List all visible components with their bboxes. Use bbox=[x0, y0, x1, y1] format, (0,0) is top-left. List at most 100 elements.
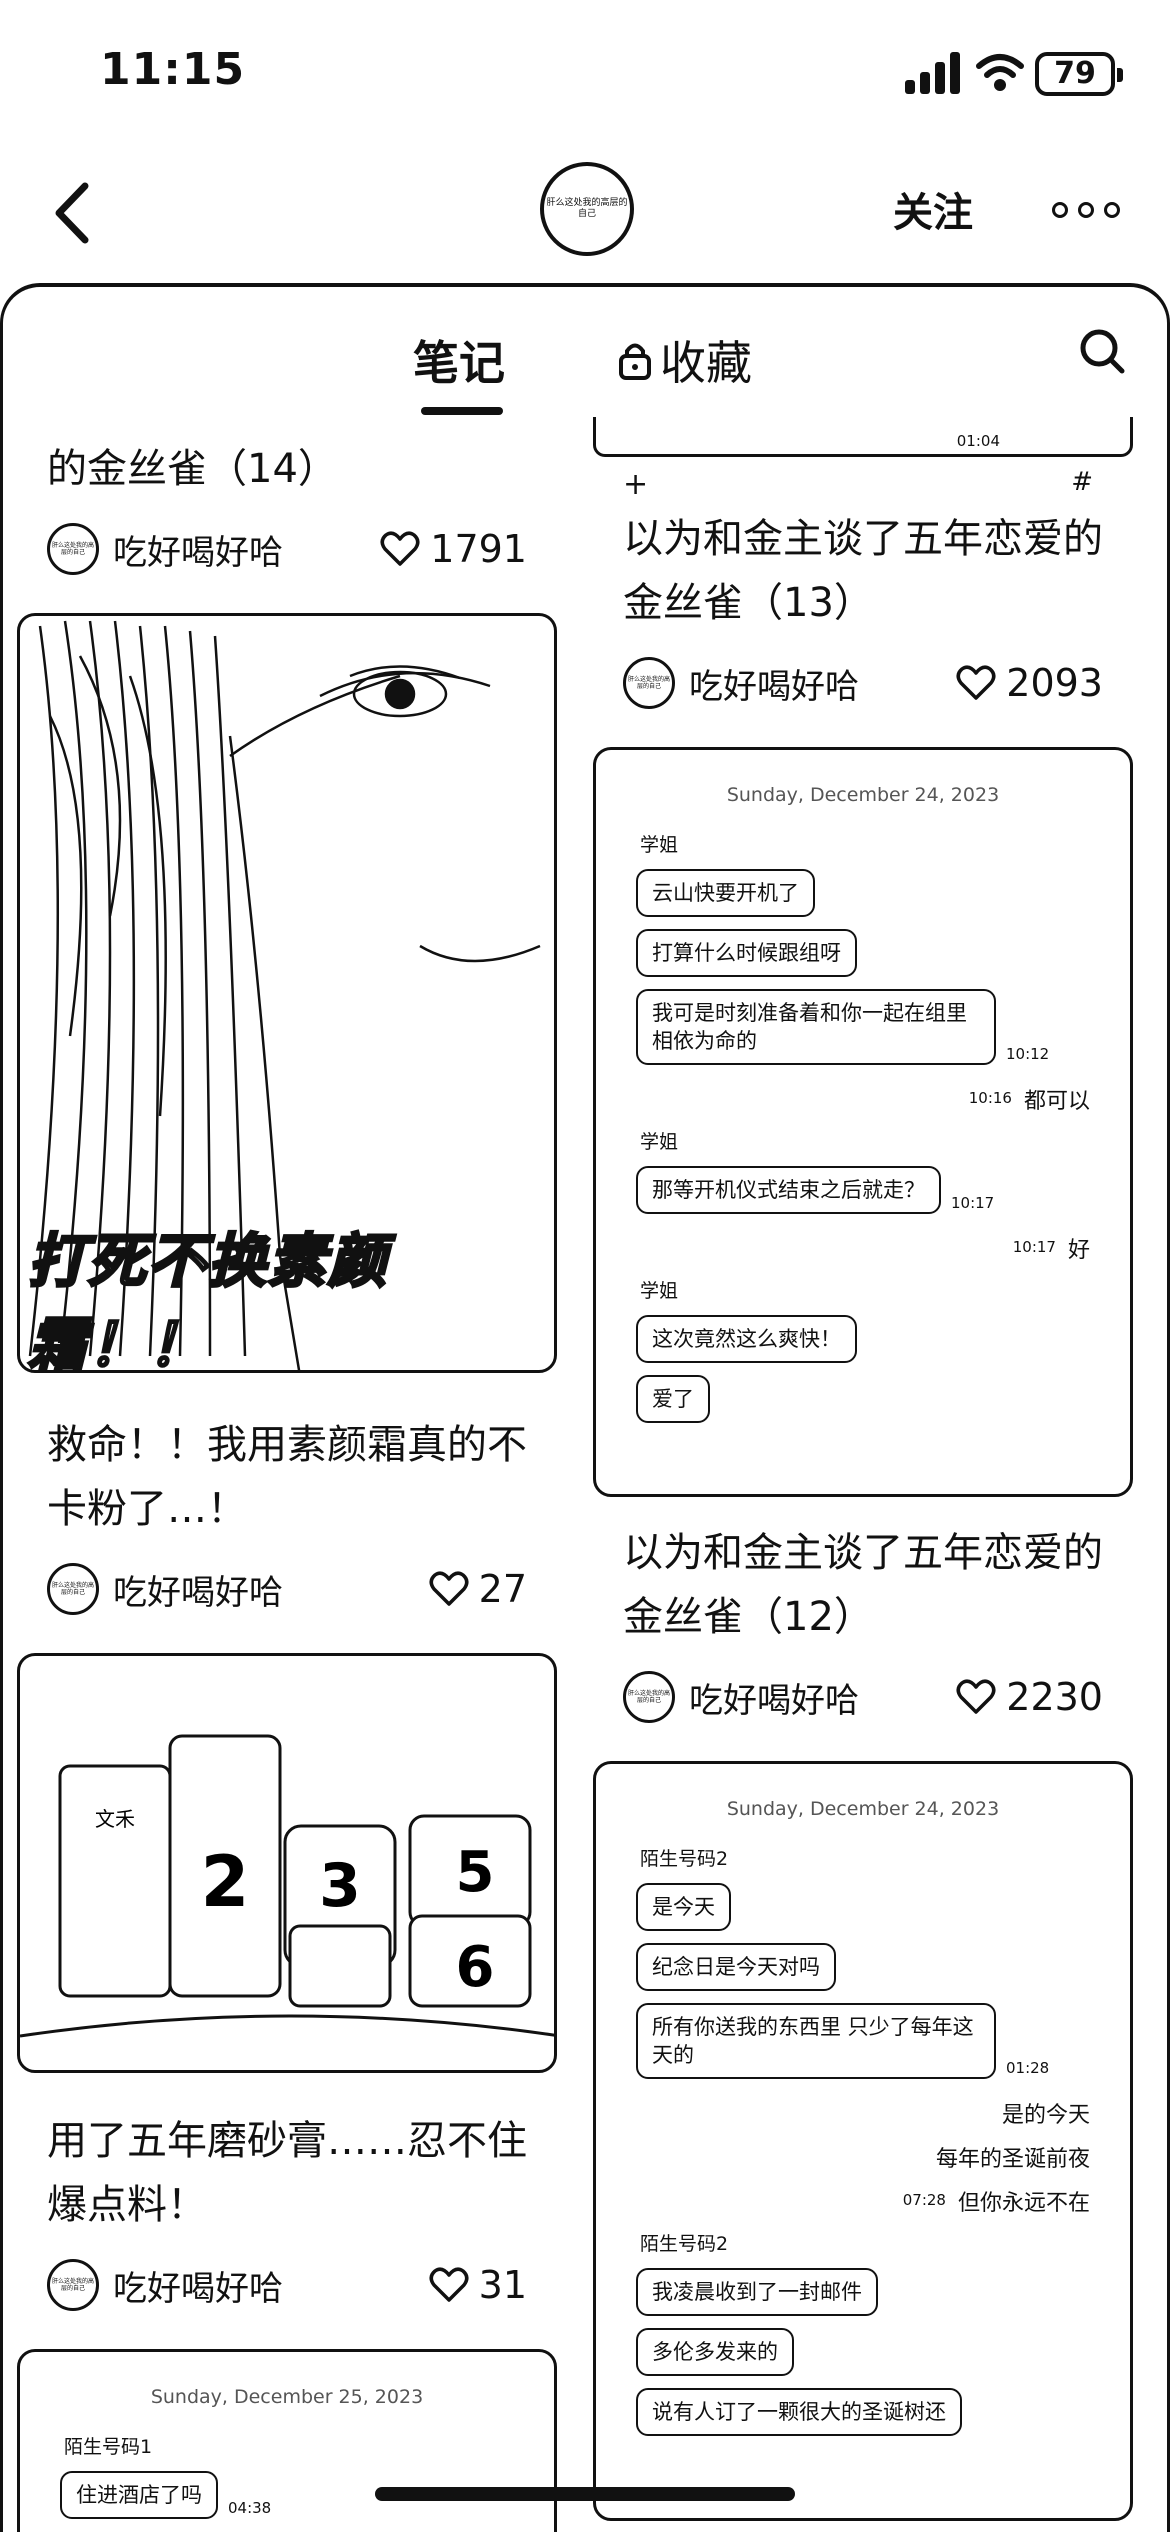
chat-bubble: 所有你送我的东西里 只少了每年这天的 bbox=[636, 2003, 996, 2079]
chat-reply: 每年的圣诞前夜 bbox=[935, 2147, 1090, 2172]
like-count[interactable]: 2230 bbox=[956, 1675, 1103, 1719]
status-time: 11:15 bbox=[100, 44, 246, 95]
note-card[interactable]: 以为和金主谈了五年恋爱的金丝雀（13） 肝么这处我的高层的自己 吃好喝好哈 20… bbox=[593, 507, 1133, 711]
input-bar-snippet: + # bbox=[593, 467, 1133, 507]
plus-icon: + bbox=[623, 467, 649, 502]
more-icon[interactable] bbox=[1052, 202, 1120, 218]
chat-time: 10:12 bbox=[1006, 1045, 1050, 1063]
chat-bubble: 这次竟然这么爽快！ bbox=[636, 1315, 857, 1363]
chat-bubble: 云山快要开机了 bbox=[636, 869, 815, 917]
tab-active-indicator bbox=[421, 407, 503, 415]
status-bar: 11:15 79 bbox=[0, 0, 1170, 150]
like-count[interactable]: 1791 bbox=[380, 527, 527, 571]
avatar-text: 肝么这处我的高层的自己 bbox=[546, 198, 628, 219]
author-avatar: 肝么这处我的高层的自己 bbox=[623, 657, 675, 709]
author-avatar: 肝么这处我的高层的自己 bbox=[47, 2259, 99, 2311]
note-meta: 肝么这处我的高层的自己 吃好喝好哈 27 bbox=[17, 1561, 557, 1617]
like-count[interactable]: 2093 bbox=[956, 661, 1103, 705]
heart-icon bbox=[429, 2267, 469, 2302]
cover-overlay-text: 打死不换素颜霜！！ bbox=[27, 1226, 389, 1373]
signal-icon bbox=[905, 52, 963, 94]
like-count-value: 31 bbox=[478, 2263, 527, 2307]
hash-icon: # bbox=[1071, 467, 1093, 497]
note-title: 以为和金主谈了五年恋爱的金丝雀（12） bbox=[623, 1530, 1103, 1640]
note-cover-image: 文禾 2 3 5 6 bbox=[17, 1653, 557, 2073]
chat-bubble: 说有人订了一颗很大的圣诞树还 bbox=[636, 2388, 962, 2436]
svg-text:5: 5 bbox=[456, 1840, 495, 1905]
follow-button[interactable]: 关注 bbox=[893, 180, 973, 238]
note-card[interactable]: 以为和金主谈了五年恋爱的金丝雀（12） 肝么这处我的高层的自己 吃好喝好哈 22… bbox=[593, 1521, 1133, 1725]
note-card[interactable]: 打死不换素颜霜！！ 救命！！我用素颜霜真的不卡粉了…！ 肝么这处我的高层的自己 … bbox=[17, 613, 557, 1617]
battery-icon: 79 bbox=[1035, 52, 1123, 96]
heart-icon bbox=[429, 1571, 469, 1606]
profile-header: 肝么这处我的高层的自己 关注 bbox=[0, 150, 1170, 280]
chat-sender: 陌生号码2 bbox=[640, 1848, 729, 1870]
like-count[interactable]: 27 bbox=[429, 1567, 527, 1611]
svg-text:6: 6 bbox=[456, 1935, 495, 2000]
chat-sender: 学姐 bbox=[640, 834, 679, 856]
chat-bubble: 那等开机仪式结束之后就走？ bbox=[636, 1166, 941, 1214]
chat-time: 01:28 bbox=[1006, 2059, 1050, 2077]
chat-bubble: 我凌晨收到了一封邮件 bbox=[636, 2268, 878, 2316]
author-avatar: 肝么这处我的高层的自己 bbox=[47, 1563, 99, 1615]
lock-icon bbox=[619, 343, 651, 380]
chat-bubble: 爱了 bbox=[636, 1375, 710, 1423]
chat-sender: 学姐 bbox=[640, 1131, 679, 1153]
author-name: 吃好喝好哈 bbox=[113, 532, 283, 573]
like-count[interactable]: 31 bbox=[429, 2263, 527, 2307]
svg-text:2: 2 bbox=[201, 1841, 250, 1923]
chat-reply: 是的今天 bbox=[1001, 2103, 1090, 2128]
chat-bubble: 纪念日是今天对吗 bbox=[636, 1943, 836, 1991]
tab-favorites-label: 收藏 bbox=[660, 336, 752, 390]
feed-column-right: 01:04 + # 以为和金主谈了五年恋爱的金丝雀（13） 肝么这处我的高层的自… bbox=[593, 417, 1133, 2521]
chat-time: 01:04 bbox=[956, 432, 1000, 450]
chat-bubble: 我可是时刻准备着和你一起在组里相依为命的 bbox=[636, 989, 996, 1065]
chat-bubble: 是今天 bbox=[636, 1883, 731, 1931]
chat-reply: 都可以 bbox=[1023, 1089, 1090, 1114]
products-illustration: 文禾 2 3 5 6 bbox=[20, 1734, 554, 2038]
home-indicator[interactable] bbox=[375, 2487, 795, 2501]
search-icon[interactable] bbox=[1078, 327, 1126, 375]
chat-date: Sunday, December 24, 2023 bbox=[726, 784, 1000, 806]
note-title: 的金丝雀（14） bbox=[47, 446, 338, 492]
chat-sender: 学姐 bbox=[640, 1280, 679, 1302]
feed-column-left: 的金丝雀（14） 肝么这处我的高层的自己 吃好喝好哈 1791 打死不换素颜霜！… bbox=[17, 437, 557, 2532]
note-cover-image[interactable]: Sunday, December 24, 2023 陌生号码2 是今天 纪念日是… bbox=[593, 1761, 1133, 2521]
chat-bubble: 打算什么时候跟组呀 bbox=[636, 929, 857, 977]
author-name: 吃好喝好哈 bbox=[689, 666, 859, 707]
like-count-value: 2093 bbox=[1006, 661, 1103, 705]
note-cover-image[interactable]: Sunday, December 24, 2023 学姐 云山快要开机了 打算什… bbox=[593, 747, 1133, 1497]
note-meta: 肝么这处我的高层的自己 吃好喝好哈 1791 bbox=[17, 521, 557, 577]
author-avatar: 肝么这处我的高层的自己 bbox=[47, 523, 99, 575]
chat-bubble: 住进酒店了吗 bbox=[60, 2471, 218, 2519]
heart-icon bbox=[380, 531, 420, 566]
chat-reply: 但你永远不在 bbox=[957, 2191, 1090, 2216]
back-icon[interactable] bbox=[45, 178, 105, 248]
wifi-icon bbox=[976, 54, 1024, 91]
author-avatar: 肝么这处我的高层的自己 bbox=[623, 1671, 675, 1723]
chat-date: Sunday, December 24, 2023 bbox=[726, 1798, 1000, 1820]
chat-date: Sunday, December 25, 2023 bbox=[150, 2386, 424, 2408]
tab-favorites[interactable]: 收藏 bbox=[618, 327, 752, 393]
chat-time: 07:28 bbox=[902, 2191, 946, 2209]
note-meta: 肝么这处我的高层的自己 吃好喝好哈 31 bbox=[17, 2257, 557, 2313]
note-title: 救命！！我用素颜霜真的不卡粉了…！ bbox=[47, 1422, 527, 1532]
note-meta: 肝么这处我的高层的自己 吃好喝好哈 2230 bbox=[593, 1669, 1133, 1725]
note-card[interactable]: 的金丝雀（14） 肝么这处我的高层的自己 吃好喝好哈 1791 bbox=[17, 437, 557, 577]
author-name: 吃好喝好哈 bbox=[113, 2268, 283, 2309]
author-name: 吃好喝好哈 bbox=[113, 1572, 283, 1613]
note-cover-image: 01:04 bbox=[593, 417, 1133, 457]
note-cover-image: 打死不换素颜霜！！ bbox=[17, 613, 557, 1373]
note-cover-image[interactable]: Sunday, December 25, 2023 陌生号码1 住进酒店了吗 0… bbox=[17, 2349, 557, 2532]
like-count-value: 1791 bbox=[430, 527, 527, 571]
product-label: 文禾 bbox=[95, 1807, 135, 1831]
note-meta: 肝么这处我的高层的自己 吃好喝好哈 2093 bbox=[593, 655, 1133, 711]
note-card[interactable]: 文禾 2 3 5 6 用了五年磨砂膏……忍不住爆点料！ 肝么这处我的高层的自己 … bbox=[17, 1653, 557, 2313]
avatar[interactable]: 肝么这处我的高层的自己 bbox=[540, 162, 634, 256]
author-name: 吃好喝好哈 bbox=[689, 1680, 859, 1721]
like-count-value: 2230 bbox=[1006, 1675, 1103, 1719]
note-title: 以为和金主谈了五年恋爱的金丝雀（13） bbox=[623, 516, 1103, 626]
tab-notes[interactable]: 笔记 bbox=[413, 327, 505, 393]
heart-icon bbox=[956, 665, 996, 700]
chat-sender: 陌生号码2 bbox=[640, 2233, 729, 2255]
